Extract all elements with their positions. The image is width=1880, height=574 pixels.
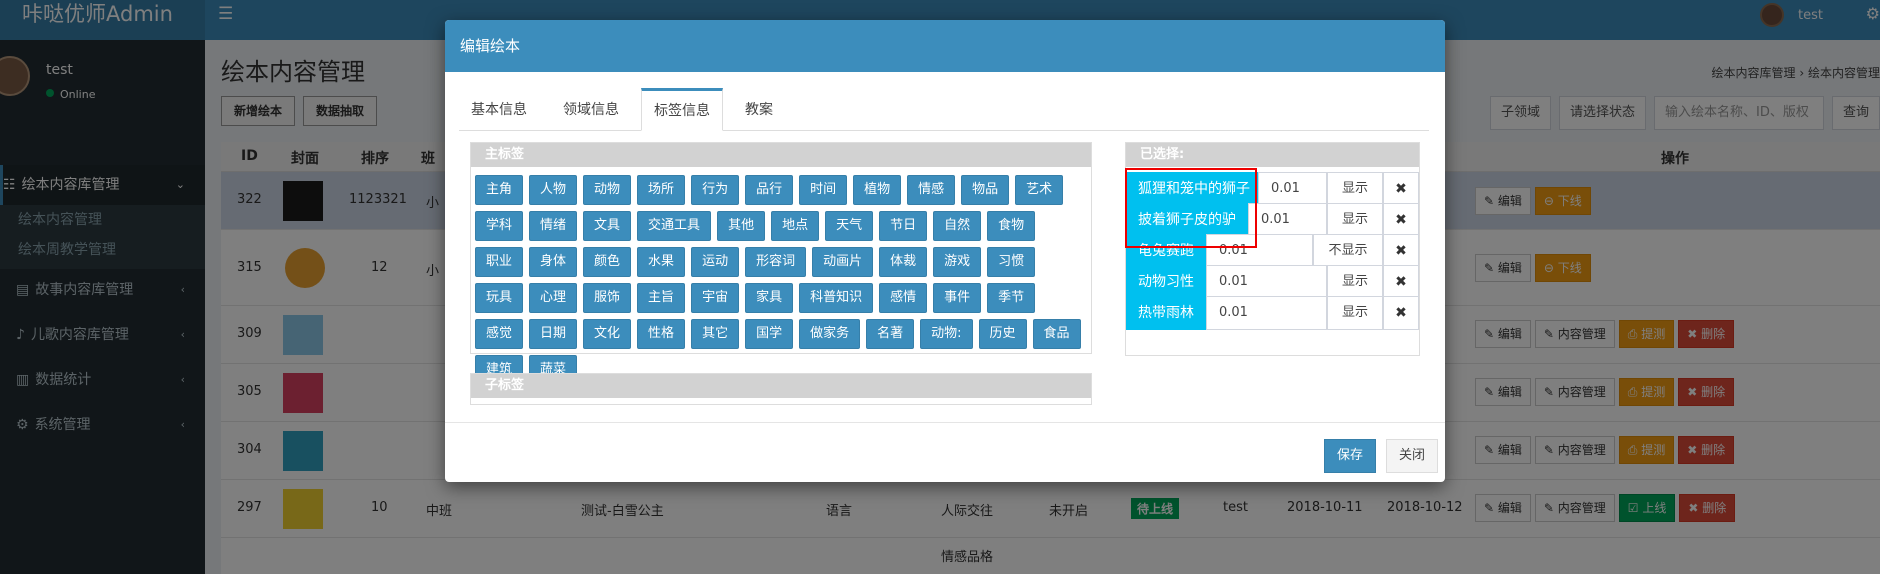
tag-chip[interactable]: 季节 <box>987 283 1036 313</box>
main-tags-list: 主角 人物 动物 场所 行为 品行 时间 植物 情感 物品 艺术学科 情绪 文具 交通工具 其他 地点 天气 节日… <box>475 175 1089 385</box>
tag-chip[interactable]: 情绪 <box>529 211 578 241</box>
tag-chip[interactable]: 其它 <box>691 319 740 349</box>
visibility-toggle[interactable]: 显示 <box>1327 172 1383 206</box>
main-tags-title: 主标签 <box>471 143 1091 167</box>
tag-chip[interactable]: 天气 <box>825 211 874 241</box>
tag-chip[interactable]: 食物 <box>987 211 1036 241</box>
tag-chip[interactable]: 学科 <box>475 211 524 241</box>
tag-chip[interactable]: 职业 <box>475 247 524 277</box>
tag-chip[interactable]: 名著 <box>866 319 915 349</box>
tag-chip[interactable]: 事件 <box>933 283 982 313</box>
tag-chip[interactable]: 食品 <box>1032 319 1081 349</box>
tag-chip[interactable]: 人物 <box>529 175 578 205</box>
tab-lesson-plan[interactable]: 教案 <box>733 88 785 131</box>
tag-chip[interactable]: 植物 <box>853 175 902 205</box>
tag-chip[interactable]: 行为 <box>691 175 740 205</box>
tag-chip[interactable]: 游戏 <box>933 247 982 277</box>
sub-tags-panel: 子标签 <box>470 373 1092 405</box>
tag-chip[interactable]: 运动 <box>691 247 740 277</box>
tag-chip[interactable]: 历史 <box>978 319 1027 349</box>
tag-chip[interactable]: 心理 <box>529 283 578 313</box>
selected-title: 已选择: <box>1126 143 1419 167</box>
tag-chip[interactable]: 科普知识 <box>799 283 874 313</box>
tag-chip[interactable]: 日期 <box>529 319 578 349</box>
remove-icon[interactable]: ✖ <box>1383 234 1419 268</box>
tag-chip[interactable]: 自然 <box>933 211 982 241</box>
tab-domain-info[interactable]: 领域信息 <box>551 88 631 131</box>
weight-input[interactable]: 0.01 <box>1258 172 1327 206</box>
tag-chip[interactable]: 体裁 <box>879 247 928 277</box>
tag-chip[interactable]: 主角 <box>475 175 524 205</box>
edit-book-modal: 编辑绘本 基本信息 领域信息 标签信息 教案 主标签 主角 人物 动物 场所 行为 品行时… <box>445 20 1445 482</box>
tag-chip[interactable]: 玩具 <box>475 283 524 313</box>
save-button[interactable]: 保存 <box>1324 439 1377 473</box>
visibility-toggle[interactable]: 显示 <box>1327 296 1383 330</box>
tag-chip[interactable]: 场所 <box>637 175 686 205</box>
tab-basic-info[interactable]: 基本信息 <box>459 88 539 131</box>
tag-chip[interactable]: 主旨 <box>637 283 686 313</box>
tag-chip[interactable]: 动物 <box>583 175 632 205</box>
tag-chip[interactable]: 习惯 <box>987 247 1036 277</box>
tag-chip[interactable]: 品行 <box>745 175 794 205</box>
tag-chip[interactable]: 国学 <box>745 319 794 349</box>
tag-chip[interactable]: 其他 <box>717 211 766 241</box>
modal-footer: 保存 关闭 <box>445 422 1445 482</box>
tag-chip[interactable]: 节日 <box>879 211 928 241</box>
main-tags-panel: 主标签 主角 人物 动物 场所 行为 品行 时间 植物 情感 物品 艺术学科 情绪 文具 交通工具 其他 地点… <box>470 142 1092 385</box>
remove-icon[interactable]: ✖ <box>1383 172 1419 206</box>
tag-chip[interactable]: 宇宙 <box>691 283 740 313</box>
tag-chip[interactable]: 身体 <box>529 247 578 277</box>
tag-chip[interactable]: 水果 <box>637 247 686 277</box>
remove-icon[interactable]: ✖ <box>1383 265 1419 299</box>
tag-chip[interactable]: 交通工具 <box>637 211 712 241</box>
tag-chip[interactable]: 性格 <box>637 319 686 349</box>
tag-chip[interactable]: 感觉 <box>475 319 524 349</box>
visibility-toggle[interactable]: 显示 <box>1327 265 1383 299</box>
visibility-toggle[interactable]: 显示 <box>1327 203 1383 237</box>
tag-chip[interactable]: 艺术 <box>1015 175 1064 205</box>
sub-tags-title: 子标签 <box>471 374 1091 398</box>
highlight-box <box>1125 168 1257 248</box>
tag-chip[interactable]: 颜色 <box>583 247 632 277</box>
tag-chip[interactable]: 形容词 <box>745 247 807 277</box>
tag-chip[interactable]: 物品 <box>961 175 1010 205</box>
tag-chip[interactable]: 服饰 <box>583 283 632 313</box>
remove-icon[interactable]: ✖ <box>1383 296 1419 330</box>
modal-tabs: 基本信息 领域信息 标签信息 教案 <box>459 88 1429 131</box>
modal-title: 编辑绘本 <box>445 20 1445 72</box>
weight-input[interactable]: 0.01 <box>1248 203 1327 237</box>
tag-chip[interactable]: 情感 <box>907 175 956 205</box>
tab-tag-info[interactable]: 标签信息 <box>641 88 723 131</box>
close-button[interactable]: 关闭 <box>1386 439 1439 473</box>
weight-input[interactable]: 0.01 <box>1206 265 1327 299</box>
selected-tag-row: 热带雨林 0.01 显示 ✖ <box>1126 295 1419 331</box>
remove-icon[interactable]: ✖ <box>1383 203 1419 237</box>
tag-chip[interactable]: 文化 <box>583 319 632 349</box>
tag-chip[interactable]: 做家务 <box>799 319 861 349</box>
tag-chip[interactable]: 动物: <box>920 319 973 349</box>
tag-chip[interactable]: 动画片 <box>812 247 874 277</box>
tag-chip[interactable]: 文具 <box>583 211 632 241</box>
tag-chip[interactable]: 时间 <box>799 175 848 205</box>
selected-tag-label: 动物习性 <box>1126 265 1206 299</box>
tag-chip[interactable]: 家具 <box>745 283 794 313</box>
tag-chip[interactable]: 地点 <box>771 211 820 241</box>
weight-input[interactable]: 0.01 <box>1206 296 1327 330</box>
visibility-toggle[interactable]: 不显示 <box>1313 234 1383 268</box>
tag-chip[interactable]: 感情 <box>879 283 928 313</box>
selected-tag-label: 热带雨林 <box>1126 296 1206 330</box>
